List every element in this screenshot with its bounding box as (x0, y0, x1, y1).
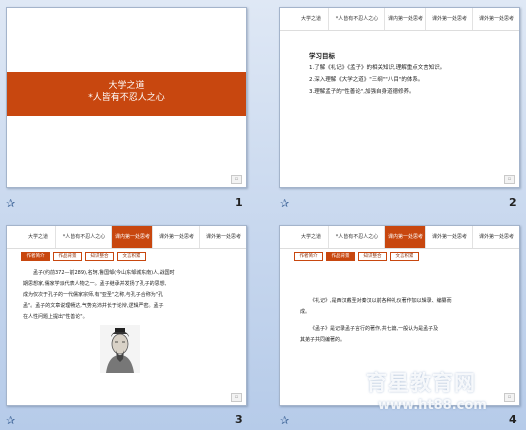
list-item: 2.深入理解《大学之道》"三纲""八目"的体系。 (309, 77, 424, 83)
tab-item[interactable]: *人皆有不忍人之心 (55, 226, 112, 248)
watermark-url: www.ht88.com (378, 398, 487, 413)
tab-item[interactable]: 课外第一处思考 (152, 226, 200, 248)
tab-item[interactable]: 课外第一处思考 (425, 8, 473, 30)
nav-tab-bar: 大学之道 *人皆有不忍人之心 课内第一处思考 课外第一处思考 课外第一处思考 (280, 8, 519, 31)
tab-item[interactable]: 大学之道 (294, 8, 328, 30)
slide-title: 大学之道 (108, 81, 145, 91)
tab-item[interactable]: 课外第一处思考 (425, 226, 473, 248)
slide-corner-icon: ▫ (504, 175, 515, 184)
subtab-item[interactable]: 文言积累 (390, 252, 419, 261)
slide-number: 3 (235, 413, 243, 426)
paragraph-line: 《礼记》,是西汉戴圣对秦汉以前各种礼仪著作加以辑录、编纂而 (310, 298, 452, 304)
transition-icon[interactable]: ✰ (280, 414, 289, 427)
subtab-item[interactable]: 知识整合 (85, 252, 114, 261)
transition-icon[interactable]: ✰ (6, 197, 15, 210)
tab-item[interactable]: 课外第一处思考 (472, 226, 519, 248)
tab-item[interactable]: 课外第一处思考 (199, 226, 246, 248)
mencius-portrait (100, 325, 140, 373)
slide-thumbnail-1[interactable]: 大学之道 *人皆有不忍人之心 ▫ (6, 7, 247, 188)
slide-corner-icon: ▫ (231, 393, 242, 402)
paragraph-line: 其弟子共同编著的。 (300, 337, 346, 343)
tab-item[interactable]: *人皆有不忍人之心 (328, 226, 385, 248)
tab-item[interactable]: 课外第一处思考 (472, 8, 519, 30)
nav-tab-bar: 大学之道 *人皆有不忍人之心 课内第一处思考 课外第一处思考 课外第一处思考 (280, 226, 519, 249)
watermark-text: 育星教育网 (366, 371, 476, 395)
slide-corner-icon: ▫ (231, 175, 242, 184)
subtab-item[interactable]: 作者简介 (21, 252, 50, 261)
tab-item[interactable]: 课内第一处思考 (384, 226, 426, 248)
paragraph-line: 期思想家,儒家学派代表人物之一。孟子继承并发扬了孔子的思想, (23, 281, 167, 287)
nav-tab-bar: 大学之道 *人皆有不忍人之心 课内第一处思考 课外第一处思考 课外第一处思考 (7, 226, 246, 249)
subtab-item[interactable]: 作品背景 (326, 252, 355, 261)
slide-subtitle: *人皆有不忍人之心 (88, 93, 165, 103)
slide-thumbnail-3[interactable]: 大学之道 *人皆有不忍人之心 课内第一处思考 课外第一处思考 课外第一处思考 作… (6, 225, 247, 406)
paragraph-line: 在人性问题上提出"性善论"。 (23, 314, 88, 320)
tab-item[interactable]: 大学之道 (294, 226, 328, 248)
subtab-item[interactable]: 作品背景 (53, 252, 82, 261)
paragraph-line: 成。 (300, 309, 311, 315)
slide-thumbnail-2[interactable]: 大学之道 *人皆有不忍人之心 课内第一处思考 课外第一处思考 课外第一处思考 学… (279, 7, 520, 188)
transition-icon[interactable]: ✰ (6, 414, 15, 427)
tab-item[interactable]: 课内第一处思考 (384, 8, 426, 30)
slide-number: 4 (509, 413, 517, 426)
paragraph-line: 《孟子》是记录孟子言行的著作,共七篇,一般认为是孟子及 (310, 326, 439, 332)
slide-heading: 学习目标 (309, 52, 335, 60)
list-item: 3.理解孟子的"性善论",加强自身道德修养。 (309, 89, 415, 95)
paragraph-line: 孟"。孟子的文章说理畅达,气势充沛并长于论辩,逻辑严密。孟子 (23, 303, 164, 309)
tab-item[interactable]: 课内第一处思考 (111, 226, 153, 248)
paragraph-line: 孟子(约前372—前289),名轲,鲁国邹(今山东邹城东南)人,战国时 (33, 270, 175, 276)
subtab-item[interactable]: 知识整合 (358, 252, 387, 261)
tab-item[interactable]: 大学之道 (21, 226, 55, 248)
subtab-item[interactable]: 作者简介 (294, 252, 323, 261)
subtab-item[interactable]: 文言积累 (117, 252, 146, 261)
slide-corner-icon: ▫ (504, 393, 515, 402)
paragraph-line: 成为仅次于孔子的一代儒家宗师,有"亚圣"之称,与孔子合称为"孔 (23, 292, 164, 298)
slide-number: 1 (235, 196, 243, 209)
transition-icon[interactable]: ✰ (280, 197, 289, 210)
list-item: 1.了解《礼记》《孟子》的相关知识,理解重点文言知识。 (309, 65, 446, 71)
tab-item[interactable]: *人皆有不忍人之心 (328, 8, 385, 30)
slide-number: 2 (509, 196, 517, 209)
